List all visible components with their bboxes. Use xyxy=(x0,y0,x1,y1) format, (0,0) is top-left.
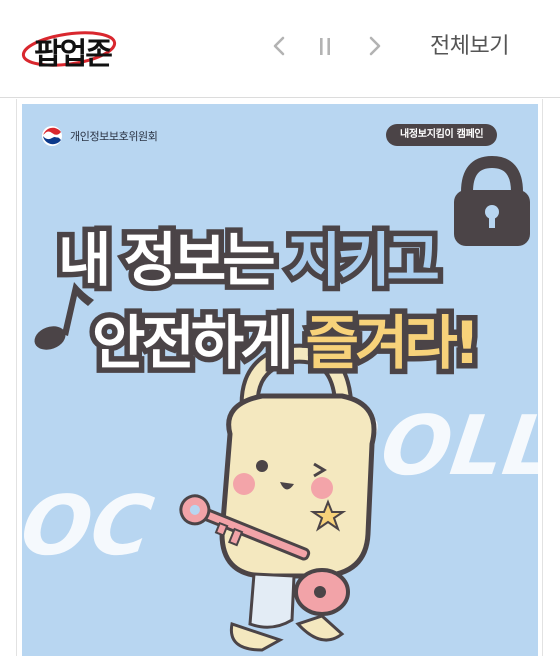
organization-name: 개인정보보호위원회 xyxy=(70,130,158,143)
chevron-right-icon xyxy=(369,36,381,56)
popup-zone-title: 팝업존 xyxy=(34,37,113,72)
pause-slide-button[interactable] xyxy=(312,30,338,62)
headline-line-1-part-2: 지키고 xyxy=(282,223,445,298)
prev-slide-button[interactable] xyxy=(266,30,292,62)
government-emblem-icon xyxy=(42,126,62,146)
popup-zone-header: 팝업존 전체보기 xyxy=(0,0,560,98)
lock-character-icon xyxy=(179,343,377,652)
next-slide-button[interactable] xyxy=(362,30,388,62)
headline-line-2-part-1: 안전하게 xyxy=(87,306,306,381)
banner-artwork: LOC ROLL xyxy=(22,155,538,652)
popup-zone-logo: 팝업존 xyxy=(20,22,120,72)
chevron-left-icon xyxy=(273,36,285,56)
headline-line-2-part-2: 즐겨라! xyxy=(300,306,486,381)
headline-line-2: 안전하게 즐겨라! xyxy=(87,306,538,381)
organization-label: 개인정보보호위원회 xyxy=(40,124,158,148)
view-all-link[interactable]: 전체보기 xyxy=(430,28,509,60)
headline-line-1-part-1: 내 정보는 xyxy=(53,223,288,298)
headline-line-1: 내 정보는 지키고 xyxy=(53,223,538,298)
campaign-badge: 내정보지킴이 캠페인 xyxy=(386,124,498,146)
bg-text-left: LOC xyxy=(22,479,158,574)
campaign-banner[interactable]: LOC ROLL 개인정보보호위원회 내정보지킴이 캠페인 내 정보는 지키고 … xyxy=(22,104,538,656)
pause-icon xyxy=(320,38,330,55)
